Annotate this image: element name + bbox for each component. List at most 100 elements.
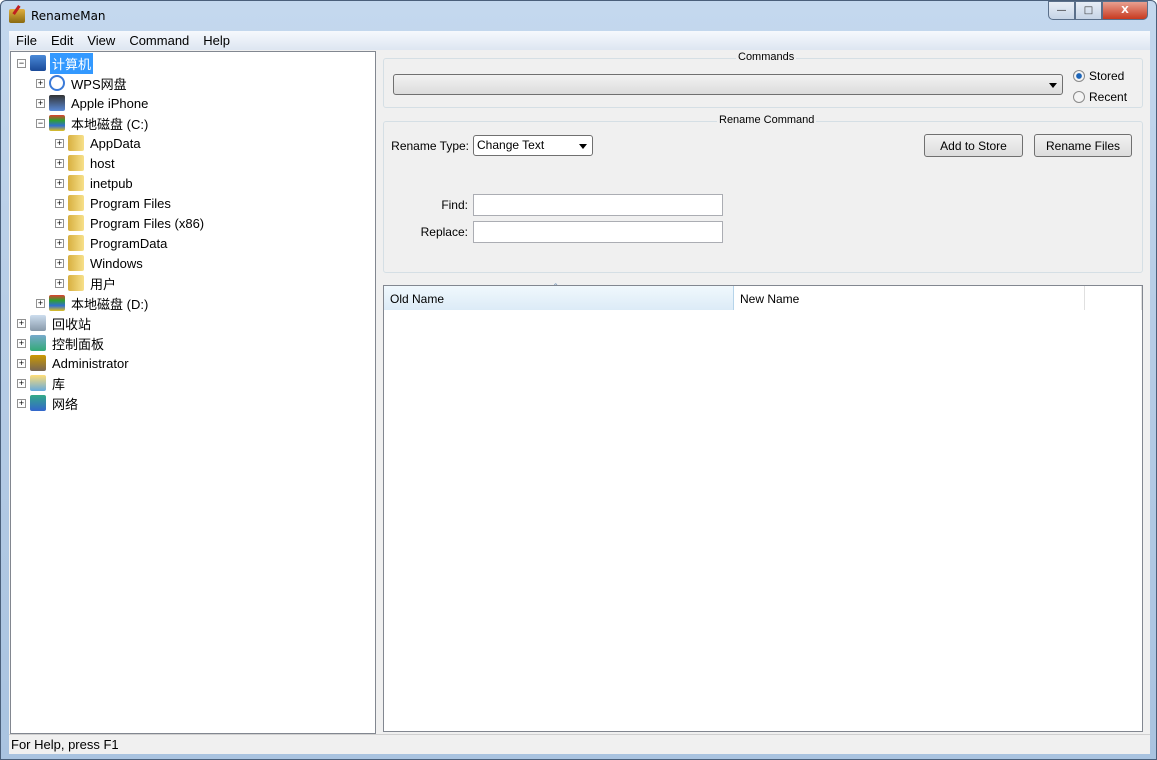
tree-item[interactable]: + Program Files [55, 194, 173, 212]
right-pane: Commands Stored Recent Rename Command Re… [378, 50, 1150, 734]
column-old-name[interactable]: Old Name ˆ [384, 283, 734, 310]
app-window: RenameMan — □ X File Edit View Command H… [0, 0, 1157, 760]
menu-command[interactable]: Command [122, 33, 196, 48]
column-new-name[interactable]: New Name [734, 286, 1085, 310]
tree-item[interactable]: + 库 [17, 374, 67, 392]
tree-item[interactable]: + 网络 [17, 394, 80, 412]
column-new-name-label: New Name [740, 292, 800, 306]
expand-icon[interactable]: + [55, 258, 64, 268]
tree-item[interactable]: − 计算机 [17, 52, 94, 74]
replace-label: Replace: [420, 225, 468, 239]
rename-type-label: Rename Type: [391, 139, 469, 153]
rename-command-group: Rename Command Rename Type: Change Text … [383, 114, 1143, 273]
recent-label: Recent [1089, 90, 1128, 104]
expand-icon[interactable]: + [55, 178, 64, 188]
tree-item-label: 库 [52, 376, 66, 392]
expand-icon[interactable]: + [55, 138, 64, 148]
control-panel-icon [30, 335, 46, 351]
tree-item[interactable]: + 控制面板 [17, 334, 106, 352]
folder-tree[interactable]: − 计算机 + WPS网盘 + Apple iPhone − 本地磁盘 (C:) + AppDat… [10, 51, 376, 734]
tree-item-label: 用户 [90, 276, 117, 292]
tree-item-label: Program Files [90, 195, 171, 211]
menu-help[interactable]: Help [196, 33, 237, 48]
tree-item[interactable]: + ProgramData [55, 234, 169, 252]
tree-item[interactable]: + inetpub [55, 174, 135, 192]
folder-icon [68, 155, 84, 171]
tree-item-label: 网络 [52, 396, 79, 412]
tree-item-label: AppData [90, 135, 141, 151]
tree-item[interactable]: + 用户 [55, 274, 118, 292]
tree-item[interactable]: − 本地磁盘 (C:) [36, 114, 150, 132]
expand-icon[interactable]: + [36, 298, 45, 308]
minimize-button[interactable]: — [1048, 1, 1075, 20]
tree-item[interactable]: + Windows [55, 254, 145, 272]
stored-radio[interactable]: Stored [1073, 69, 1124, 83]
status-bar: For Help, press F1 [9, 734, 1150, 754]
tree-item-label: 本地磁盘 (C:) [71, 116, 149, 132]
expand-icon[interactable]: + [55, 218, 64, 228]
collapse-icon[interactable]: − [17, 58, 26, 68]
commands-group: Commands Stored Recent [383, 51, 1143, 108]
tree-item-label: ProgramData [90, 235, 168, 251]
tree-item[interactable]: + 回收站 [17, 314, 93, 332]
expand-icon[interactable]: + [55, 158, 64, 168]
find-input[interactable] [473, 194, 723, 216]
folder-icon [68, 195, 84, 211]
sort-ascending-icon: ˆ [554, 283, 558, 294]
drive-icon [49, 295, 65, 311]
recent-radio[interactable]: Recent [1073, 90, 1127, 104]
expand-icon[interactable]: + [17, 398, 26, 408]
rename-files-button[interactable]: Rename Files [1034, 134, 1132, 157]
drive-icon [49, 115, 65, 131]
folder-icon [68, 135, 84, 151]
expand-icon[interactable]: + [17, 318, 26, 328]
rename-type-select[interactable]: Change Text [473, 135, 593, 156]
close-button[interactable]: X [1102, 1, 1148, 20]
tree-item[interactable]: + host [55, 154, 117, 172]
expand-icon[interactable]: + [55, 238, 64, 248]
tree-item[interactable]: + Apple iPhone [36, 94, 150, 112]
library-icon [30, 375, 46, 391]
tree-item-label: Program Files (x86) [90, 215, 205, 231]
expand-icon[interactable]: + [55, 278, 64, 288]
tree-item[interactable]: + AppData [55, 134, 143, 152]
tree-item[interactable]: + Program Files (x86) [55, 214, 206, 232]
find-label: Find: [441, 198, 468, 212]
expand-icon[interactable]: + [17, 338, 26, 348]
recycle-bin-icon [30, 315, 46, 331]
expand-icon[interactable]: + [55, 198, 64, 208]
expand-icon[interactable]: + [17, 358, 26, 368]
commands-dropdown[interactable] [393, 74, 1063, 95]
menu-file[interactable]: File [9, 33, 44, 48]
network-icon [30, 395, 46, 411]
collapse-icon[interactable]: − [36, 118, 45, 128]
expand-icon[interactable]: + [36, 78, 45, 88]
tree-item[interactable]: + Administrator [17, 354, 131, 372]
tree-item-label: host [90, 155, 115, 171]
tree-item[interactable]: + WPS网盘 [36, 74, 129, 92]
tree-item-label: 回收站 [52, 316, 92, 332]
folder-icon [68, 175, 84, 191]
replace-input[interactable] [473, 221, 723, 243]
cloud-icon [49, 75, 65, 91]
tree-item-label: WPS网盘 [71, 76, 127, 92]
tree-item-label: Apple iPhone [71, 95, 149, 111]
expand-icon[interactable]: + [17, 378, 26, 388]
rename-type-value: Change Text [477, 138, 545, 152]
tree-item-label: 计算机 [50, 52, 94, 74]
rename-preview-list[interactable]: Old Name ˆ New Name [383, 283, 1143, 732]
maximize-button[interactable]: □ [1075, 1, 1102, 20]
add-to-store-button[interactable]: Add to Store [924, 134, 1023, 157]
chevron-down-icon [1049, 82, 1057, 88]
title-bar: RenameMan [9, 7, 106, 25]
menu-edit[interactable]: Edit [44, 33, 80, 48]
expand-icon[interactable]: + [36, 98, 45, 108]
commands-title: Commands [736, 51, 797, 63]
column-filler [1085, 286, 1142, 310]
tree-item-label: 本地磁盘 (D:) [71, 296, 149, 312]
menu-view[interactable]: View [80, 33, 122, 48]
app-icon [9, 9, 25, 23]
stored-label: Stored [1089, 69, 1125, 83]
tree-item[interactable]: + 本地磁盘 (D:) [36, 294, 150, 312]
rename-command-title: Rename Command [717, 114, 817, 126]
